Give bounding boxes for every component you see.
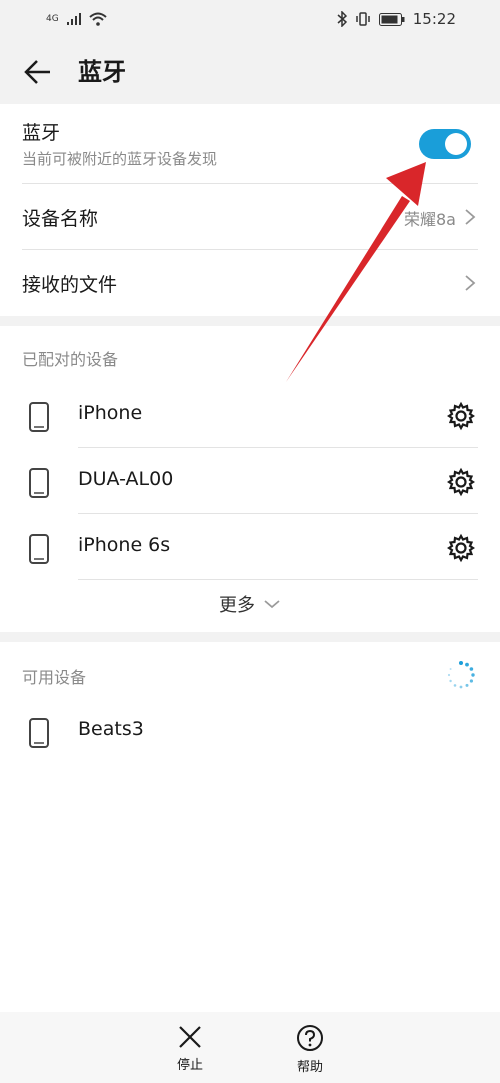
bluetooth-settings-card: 蓝牙 当前可被附近的蓝牙设备发现 设备名称 荣耀8a 接收的文件 xyxy=(0,104,500,316)
phone-icon xyxy=(29,534,49,564)
paired-devices-header: 已配对的设备 xyxy=(22,350,119,369)
gear-icon[interactable] xyxy=(446,533,476,563)
phone-icon xyxy=(29,402,49,432)
signal-icon xyxy=(66,13,81,25)
bluetooth-subtitle: 当前可被附近的蓝牙设备发现 xyxy=(22,150,218,168)
paired-device-name: iPhone 6s xyxy=(78,534,171,556)
chevron-right-icon xyxy=(465,275,476,291)
close-icon xyxy=(179,1026,201,1048)
phone-icon xyxy=(29,718,49,748)
help-icon xyxy=(297,1025,323,1051)
paired-device-row[interactable]: DUA-AL00 xyxy=(0,448,500,514)
paired-device-row[interactable]: iPhone xyxy=(0,382,500,448)
stop-button[interactable]: 停止 xyxy=(160,1024,220,1080)
available-devices-card: 可用设备 Beats3 xyxy=(0,642,500,1012)
gear-icon[interactable] xyxy=(446,467,476,497)
chevron-down-icon xyxy=(264,600,280,609)
vibrate-icon xyxy=(356,12,370,26)
phone-icon xyxy=(29,468,49,498)
network-type: 4G xyxy=(46,13,59,24)
more-button[interactable]: 更多 xyxy=(0,582,500,626)
status-left: 4G xyxy=(46,12,107,26)
bluetooth-title: 蓝牙 xyxy=(22,122,61,144)
stop-label: 停止 xyxy=(176,1058,203,1073)
device-name-row[interactable]: 设备名称 荣耀8a xyxy=(0,184,500,250)
paired-devices-card: 已配对的设备 iPhone DUA-AL00 iPhone 6s 更多 xyxy=(0,326,500,632)
page-title: 蓝牙 xyxy=(78,58,126,86)
bluetooth-toggle-row[interactable]: 蓝牙 当前可被附近的蓝牙设备发现 xyxy=(0,104,500,184)
device-name-value: 荣耀8a xyxy=(404,210,456,229)
bottom-action-bar: 停止 帮助 xyxy=(0,1012,500,1083)
arrow-left-icon[interactable] xyxy=(22,56,54,88)
clock: 15:22 xyxy=(412,10,456,28)
bluetooth-toggle[interactable] xyxy=(419,129,471,159)
bluetooth-status-icon xyxy=(337,11,347,27)
battery-icon xyxy=(378,12,405,26)
gear-icon[interactable] xyxy=(446,401,476,431)
paired-device-name: DUA-AL00 xyxy=(78,468,174,490)
divider xyxy=(78,579,478,580)
paired-device-name: iPhone xyxy=(78,402,143,424)
status-bar: 4G 15:22 xyxy=(0,0,500,38)
device-name-label: 设备名称 xyxy=(22,208,99,230)
more-label: 更多 xyxy=(219,595,255,616)
help-button[interactable]: 帮助 xyxy=(280,1024,340,1080)
received-files-label: 接收的文件 xyxy=(22,274,118,296)
wifi-icon xyxy=(89,12,107,26)
status-right: 15:22 xyxy=(337,10,456,28)
available-devices-header: 可用设备 xyxy=(22,668,87,687)
loading-spinner-icon xyxy=(447,661,475,689)
toggle-knob xyxy=(445,133,467,155)
app-bar: 蓝牙 xyxy=(0,38,500,104)
help-label: 帮助 xyxy=(296,1060,323,1075)
available-device-name: Beats3 xyxy=(78,718,144,740)
received-files-row[interactable]: 接收的文件 xyxy=(0,250,500,316)
available-device-row[interactable]: Beats3 xyxy=(0,698,500,764)
chevron-right-icon xyxy=(465,209,476,225)
paired-device-row[interactable]: iPhone 6s xyxy=(0,514,500,580)
